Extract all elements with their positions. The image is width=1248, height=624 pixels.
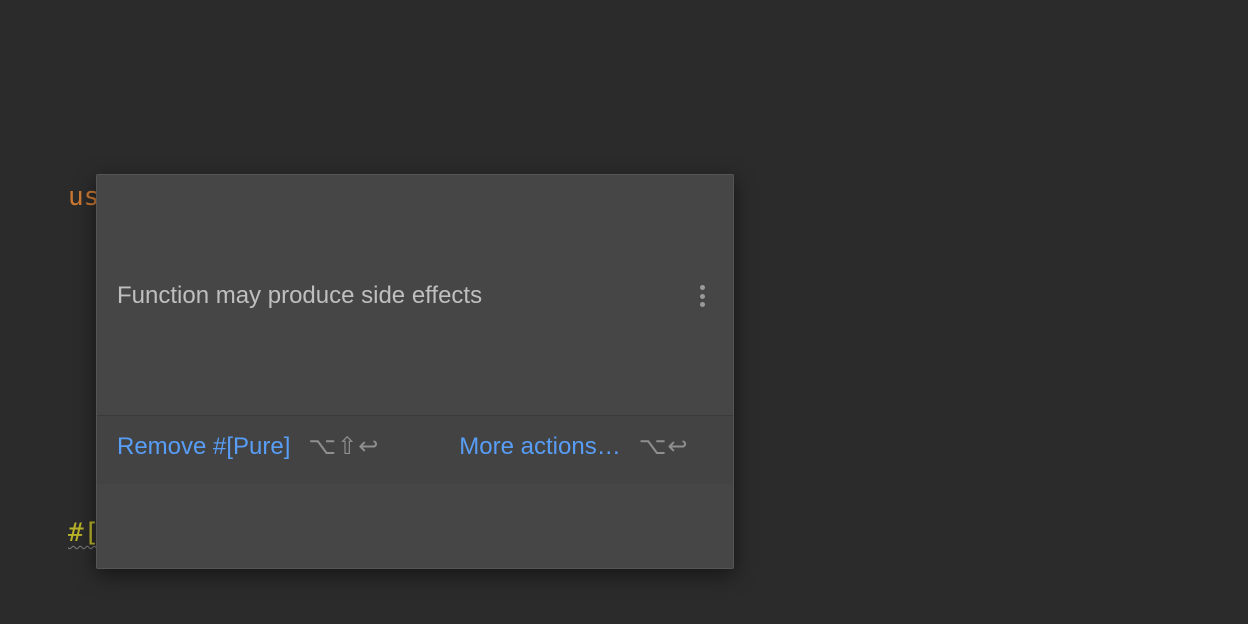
text-cursor-icon bbox=[94, 138, 116, 168]
code-editor[interactable]: use JetBrains\PhpStorm\Pure; #[Pure] fu … bbox=[0, 0, 1248, 624]
popup-title: Function may produce side effects bbox=[117, 275, 482, 317]
popup-actions-row: Remove #[Pure] ⌥⇧↩ More actions… ⌥↩ bbox=[97, 415, 733, 484]
shortcut-label: ⌥↩ bbox=[639, 426, 689, 468]
more-actions-link[interactable]: More actions… bbox=[459, 426, 620, 468]
shortcut-label: ⌥⇧↩ bbox=[308, 426, 379, 468]
inspection-popup: Function may produce side effects Remove… bbox=[96, 174, 734, 569]
attr-open: #[ bbox=[68, 518, 99, 548]
more-vert-icon[interactable] bbox=[691, 282, 713, 310]
popup-header: Function may produce side effects bbox=[97, 259, 733, 331]
quickfix-remove-pure[interactable]: Remove #[Pure] bbox=[117, 426, 290, 468]
